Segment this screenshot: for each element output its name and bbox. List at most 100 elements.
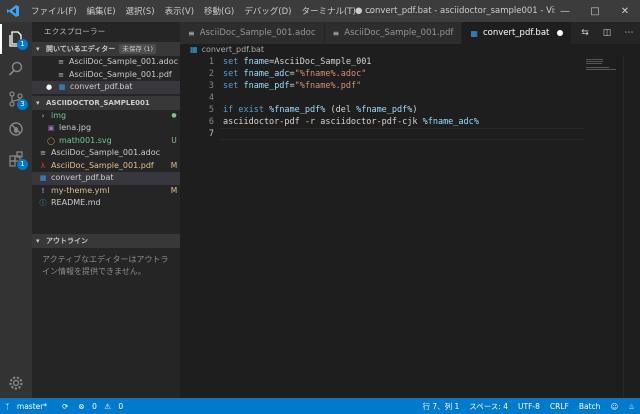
code-token: (del: [325, 105, 357, 115]
outline-header[interactable]: ▾ アウトライン: [32, 234, 180, 248]
gear-icon[interactable]: [0, 368, 32, 398]
unsaved-dot-icon[interactable]: [557, 30, 564, 36]
tab-pdf[interactable]: ≡ AsciiDoc_Sample_001.pdf: [324, 22, 463, 44]
open-editor-item[interactable]: ≡ AsciiDoc_Sample_001.pdf: [32, 69, 180, 82]
indentation[interactable]: スペース: 4: [464, 401, 513, 412]
menu-edit[interactable]: 編集(E): [82, 5, 121, 17]
end-of-line[interactable]: CRLF: [545, 402, 574, 411]
tab-convert-bat[interactable]: ▦ convert_pdf.bat: [462, 22, 573, 44]
tree-folder-img[interactable]: › img ●: [32, 110, 180, 123]
minimize-icon[interactable]: —: [550, 0, 580, 22]
code-token: if: [223, 105, 239, 115]
window-title: ● convert_pdf.bat - asciidoctor_sample00…: [355, 6, 555, 16]
tab-label: AsciiDoc_Sample_001.adoc: [199, 28, 316, 38]
git-status-modified: M: [170, 185, 178, 195]
tab-label: AsciiDoc_Sample_001.pdf: [344, 28, 454, 38]
code-text: asciidoctor-pdf -r asciidoctor-pdf-cjk %…: [223, 116, 479, 128]
tree-item[interactable]: λ AsciiDoc_Sample_001.pdf M: [32, 160, 180, 173]
close-icon[interactable]: ✕: [610, 0, 640, 22]
sync-icon[interactable]: ⟳: [57, 402, 73, 411]
code-line[interactable]: 3 set fname_pdf="%fname%.pdf": [180, 80, 640, 92]
code-token: fname_pdf: [243, 81, 290, 91]
windows-file-icon: ▦: [58, 83, 66, 91]
tree-item-label: math001.svg: [59, 135, 112, 145]
open-editor-item[interactable]: ● ▦ convert_pdf.bat: [32, 81, 180, 94]
problems-indicator[interactable]: ⊗ 0 ⚠ 0: [73, 402, 133, 411]
code-token: "%fname%.adoc": [294, 69, 367, 79]
tree-item[interactable]: ▣ lena.jpg: [32, 122, 180, 135]
debug-icon[interactable]: [0, 114, 32, 144]
search-icon[interactable]: [0, 54, 32, 84]
chevron-down-icon: ▾: [36, 45, 40, 53]
modified-dot: ●: [171, 111, 177, 119]
menu-go[interactable]: 移動(G): [199, 5, 239, 17]
line-number: 1: [208, 57, 214, 67]
split-editor-icon[interactable]: ◫: [596, 28, 618, 38]
more-actions-icon[interactable]: ⋯: [618, 28, 640, 38]
code-line[interactable]: 4: [180, 92, 640, 104]
branch-indicator[interactable]: ᛉ master*: [0, 402, 57, 411]
source-control-icon[interactable]: 3: [0, 84, 32, 114]
line-number: 4: [208, 93, 214, 103]
tree-item[interactable]: ! my-theme.yml M: [32, 185, 180, 198]
compare-icon[interactable]: ⇆: [574, 28, 596, 38]
code-line[interactable]: 5 if exist %fname_pdf% (del %fname_pdf%): [180, 104, 640, 116]
file-lines-icon: ≡: [58, 70, 64, 79]
outline-label: アウトライン: [46, 237, 88, 245]
maximize-icon[interactable]: □: [580, 0, 610, 22]
code-token: "%fname%.pdf": [294, 81, 362, 91]
unsaved-dot-icon[interactable]: ●: [44, 81, 54, 94]
tree-item-label: img: [51, 110, 67, 120]
line-number: 5: [208, 105, 214, 115]
menu-selection[interactable]: 選択(S): [121, 5, 160, 17]
feedback-icon[interactable]: ☺: [605, 402, 623, 411]
tree-item[interactable]: ▦ convert_pdf.bat: [32, 172, 180, 185]
code-token: exist: [238, 105, 270, 115]
chevron-right-icon: ›: [41, 111, 45, 120]
code-token: asciidoctor-pdf -r asciidoctor-pdf-cjk: [223, 117, 423, 127]
language-mode[interactable]: Batch: [574, 402, 606, 411]
explorer-title: エクスプローラー: [44, 27, 106, 36]
tree-item[interactable]: ⓘ README.md: [32, 197, 180, 210]
info-icon: ⓘ: [39, 199, 47, 207]
breadcrumb[interactable]: ▦ convert_pdf.bat: [180, 44, 640, 56]
open-editors-header[interactable]: ▾ 開いているエディター 未保存 (1): [32, 42, 180, 56]
svg-file-icon: ◯: [47, 136, 55, 145]
explorer-icon[interactable]: 1: [0, 24, 32, 54]
chevron-down-icon: ▾: [36, 98, 40, 107]
menu-file[interactable]: ファイル(F): [26, 5, 82, 17]
menu-view[interactable]: 表示(V): [160, 5, 199, 17]
tree-item-label: AsciiDoc_Sample_001.pdf: [51, 160, 154, 170]
bell-icon[interactable]: ♨: [623, 402, 640, 411]
code-token: set: [223, 69, 244, 79]
line-number: 6: [208, 117, 214, 127]
code-token: fname_adc: [243, 69, 290, 79]
code-token: set: [223, 57, 244, 67]
tree-item[interactable]: ◯ math001.svg U: [32, 135, 180, 148]
source-control-badge: 3: [17, 99, 28, 110]
tree-item[interactable]: ≡ AsciiDoc_Sample_001.adoc: [32, 147, 180, 160]
line-number: 3: [208, 81, 214, 91]
tab-adoc[interactable]: ≡ AsciiDoc_Sample_001.adoc: [180, 22, 325, 44]
tab-label: convert_pdf.bat: [482, 28, 550, 38]
code-line[interactable]: 7: [180, 128, 640, 140]
code-line[interactable]: 1 set fname=AsciiDoc_Sample_001: [180, 56, 640, 68]
tree-item-label: AsciiDoc_Sample_001.adoc: [51, 148, 161, 157]
encoding[interactable]: UTF-8: [513, 402, 545, 411]
code-text: set fname_adc="%fname%.adoc": [223, 68, 366, 80]
vscode-logo-icon: [0, 0, 26, 22]
breadcrumb-file[interactable]: convert_pdf.bat: [202, 44, 265, 56]
folder-label: ASCIIDOCTOR_SAMPLE001: [46, 98, 150, 107]
open-editor-item[interactable]: ≡ AsciiDoc_Sample_001.adoc: [32, 56, 180, 69]
status-bar: ᛉ master* ⟳ ⊗ 0 ⚠ 0 行 7、列 1 スペース: 4 UTF-…: [0, 398, 640, 414]
code-line[interactable]: 6 asciidoctor-pdf -r asciidoctor-pdf-cjk …: [180, 116, 640, 128]
code-line[interactable]: 2 set fname_adc="%fname%.adoc": [180, 68, 640, 80]
code-editor[interactable]: 1 set fname=AsciiDoc_Sample_001 2 set fname…: [180, 56, 640, 398]
cursor-position[interactable]: 行 7、列 1: [417, 401, 464, 412]
menu-terminal[interactable]: ターミナル(T): [296, 5, 360, 17]
windows-file-icon: ▦: [190, 45, 198, 54]
menu-debug[interactable]: デバッグ(D): [239, 5, 296, 17]
window-controls: — □ ✕: [550, 0, 640, 22]
extensions-icon[interactable]: 1: [0, 144, 32, 174]
folder-header[interactable]: ▾ ASCIIDOCTOR_SAMPLE001: [32, 95, 180, 110]
